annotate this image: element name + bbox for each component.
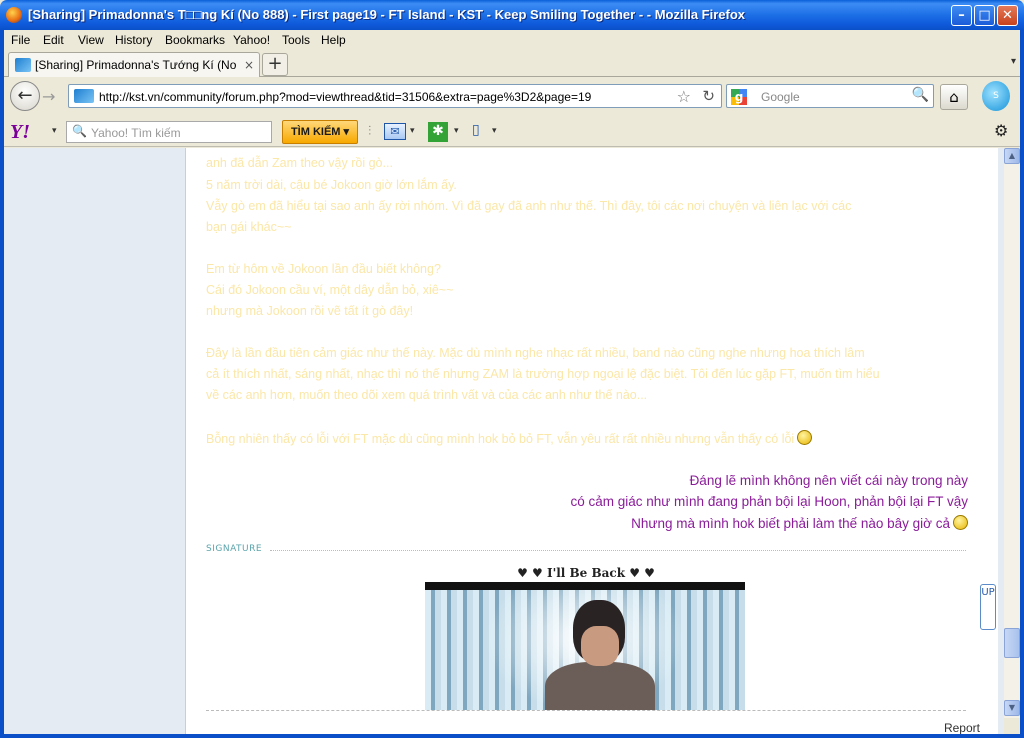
home-button[interactable]: ⌂	[940, 84, 968, 110]
menu-bookmarks[interactable]: Bookmarks	[165, 33, 225, 47]
tab-bar: [Sharing] Primadonna's Tướng Kí (No 888)…	[4, 50, 1020, 77]
menu-view[interactable]: View	[78, 33, 104, 47]
yahoo-search-box[interactable]: 🔍 Yahoo! Tìm kiếm	[66, 121, 272, 143]
menu-yahoo[interactable]: Yahoo!	[233, 33, 270, 47]
signature-image-figure-body	[545, 662, 655, 710]
book-chevron-icon[interactable]: ▾	[492, 126, 497, 136]
signature-image-figure-face	[581, 626, 619, 666]
yahoo-search-icon: 🔍	[72, 124, 87, 138]
signature-title: ♥ ♥ I'll Be Back ♥ ♥	[517, 566, 655, 580]
yahoo-menu-chevron-icon[interactable]: ▾	[52, 126, 57, 136]
post-line: Bỗng nhiên thấy có lỗi với FT mặc dù cũn…	[206, 432, 795, 446]
post-highlight-line: có cảm giác như mình đang phản bội lại H…	[570, 494, 968, 509]
post-footer-divider	[206, 710, 966, 711]
embarrassed-smiley-icon	[953, 515, 968, 530]
tab-current[interactable]: [Sharing] Primadonna's Tướng Kí (No 888)…	[8, 52, 260, 77]
sad-smiley-icon	[797, 430, 813, 445]
post-highlight-line-with-emoji: Nhưng mà mình hok biết phải làm thế nào …	[631, 515, 968, 531]
navigation-bar: ← → http://kst.vn/community/forum.php?mo…	[4, 78, 1020, 116]
minimize-button[interactable]: –	[951, 5, 972, 26]
post-line: Em từ hôm về Jokoon lần đầu biết không?	[206, 262, 441, 276]
signature-image	[425, 582, 745, 710]
vertical-scrollbar[interactable]: ▲ ▼	[1004, 148, 1020, 718]
post-line: cả ít thích nhất, sáng nhất, nhạc thì nó…	[206, 367, 880, 381]
yahoo-search-button[interactable]: TÌM KIẾM ▾	[282, 120, 358, 144]
signature-label: SIGNATURE	[206, 544, 263, 554]
window-title: [Sharing] Primadonna's T□□ng Kí (No 888)…	[28, 7, 746, 22]
mail-chevron-icon[interactable]: ▾	[410, 126, 415, 136]
maximize-button[interactable]: □	[974, 5, 995, 26]
yahoo-toolbar: Y! ▾ 🔍 Yahoo! Tìm kiếm TÌM KIẾM ▾ ⫶ ✉ ▾ …	[4, 117, 1020, 147]
post-highlight-line: Nhưng mà mình hok biết phải làm thế nào …	[631, 516, 950, 531]
post-line: bạn gái khác~~	[206, 220, 292, 234]
post-line: anh đã dẫn Zam theo vậy rồi gò...	[206, 156, 393, 170]
menu-file[interactable]: File	[11, 33, 30, 47]
site-identity-icon[interactable]	[74, 89, 94, 103]
new-tab-button[interactable]: +	[262, 53, 288, 76]
search-icon[interactable]: 🔍	[912, 87, 929, 103]
web-search-box[interactable]: g Google 🔍	[726, 84, 934, 108]
yahoo-logo-icon[interactable]: Y!	[10, 121, 30, 144]
signature-divider: SIGNATURE	[206, 544, 966, 558]
title-bar: [Sharing] Primadonna's T□□ng Kí (No 888)…	[0, 0, 1024, 30]
reload-icon[interactable]: ↻	[702, 87, 715, 105]
post-line: 5 năm trời dài, cậu bé Jokoon giờ lớn lắ…	[206, 178, 457, 192]
post-line: Cái đó Jokoon cầu ví, một dây dẫn bỏ, xi…	[206, 283, 454, 297]
menu-tools[interactable]: Tools	[282, 33, 310, 47]
signature-line	[270, 550, 966, 551]
yahoo-search-input[interactable]: Yahoo! Tìm kiếm	[91, 126, 181, 140]
post-line-with-emoji: Bỗng nhiên thấy có lỗi với FT mặc dù cũn…	[206, 430, 813, 446]
scroll-down-arrow-icon[interactable]: ▼	[1004, 700, 1020, 716]
post-highlight-line: Đáng lẽ mình không nên viết cái này tron…	[689, 473, 968, 488]
post-line: nhưng mà Jokoon rồi vẽ tất ít gò đây!	[206, 304, 414, 318]
forward-button[interactable]: →	[42, 87, 55, 106]
gear-icon[interactable]: ⚙	[994, 121, 1008, 140]
google-engine-icon[interactable]: g	[731, 89, 747, 105]
post-body: anh đã dẫn Zam theo vậy rồi gò... 5 năm …	[186, 148, 998, 734]
back-button[interactable]: ←	[10, 81, 40, 111]
url-input[interactable]: http://kst.vn/community/forum.php?mod=vi…	[99, 90, 591, 104]
menu-edit[interactable]: Edit	[43, 33, 64, 47]
firefox-icon[interactable]	[6, 7, 22, 23]
bookmark-book-icon[interactable]: ▯	[472, 122, 492, 142]
menu-help[interactable]: Help	[321, 33, 346, 47]
close-button[interactable]: ✕	[997, 5, 1018, 26]
tab-list-chevron-icon[interactable]: ▾	[1011, 56, 1016, 67]
post-line: Vẫy gò em đã hiểu tại sao anh ấy rời nhó…	[206, 199, 852, 213]
post-line: về các anh hơn, muốn theo dõi xem quá tr…	[206, 388, 648, 402]
toolbar-separator-icon: ⫶	[368, 124, 372, 139]
menu-history[interactable]: History	[115, 33, 152, 47]
report-link[interactable]: Report	[944, 721, 980, 734]
window-frame-right	[1020, 30, 1024, 738]
post-line: Đây là lần đầu tiên cảm giác như thế này…	[206, 346, 865, 360]
menu-bar: File Edit View History Bookmarks Yahoo! …	[4, 30, 1020, 50]
url-bar[interactable]: http://kst.vn/community/forum.php?mod=vi…	[68, 84, 722, 108]
tab-label: [Sharing] Primadonna's Tướng Kí (No 888)…	[35, 58, 240, 72]
web-search-input[interactable]: Google	[761, 90, 800, 104]
scroll-to-top-button[interactable]: UP	[980, 584, 996, 630]
mail-icon[interactable]: ✉	[384, 123, 406, 140]
site-favicon-icon	[15, 58, 31, 72]
yahoo-star-icon[interactable]: ✱	[428, 122, 448, 142]
scroll-up-arrow-icon[interactable]: ▲	[1004, 148, 1020, 164]
scrollbar-thumb[interactable]	[1004, 628, 1020, 658]
window-frame-bottom	[0, 734, 1024, 738]
skype-icon[interactable]: S	[982, 81, 1010, 111]
bookmark-star-icon[interactable]: ☆	[677, 87, 691, 106]
author-sidebar	[4, 148, 186, 734]
tab-close-icon[interactable]: ×	[244, 58, 254, 72]
star-chevron-icon[interactable]: ▾	[454, 126, 459, 136]
page-viewport: anh đã dẫn Zam theo vậy rồi gò... 5 năm …	[4, 148, 1004, 734]
